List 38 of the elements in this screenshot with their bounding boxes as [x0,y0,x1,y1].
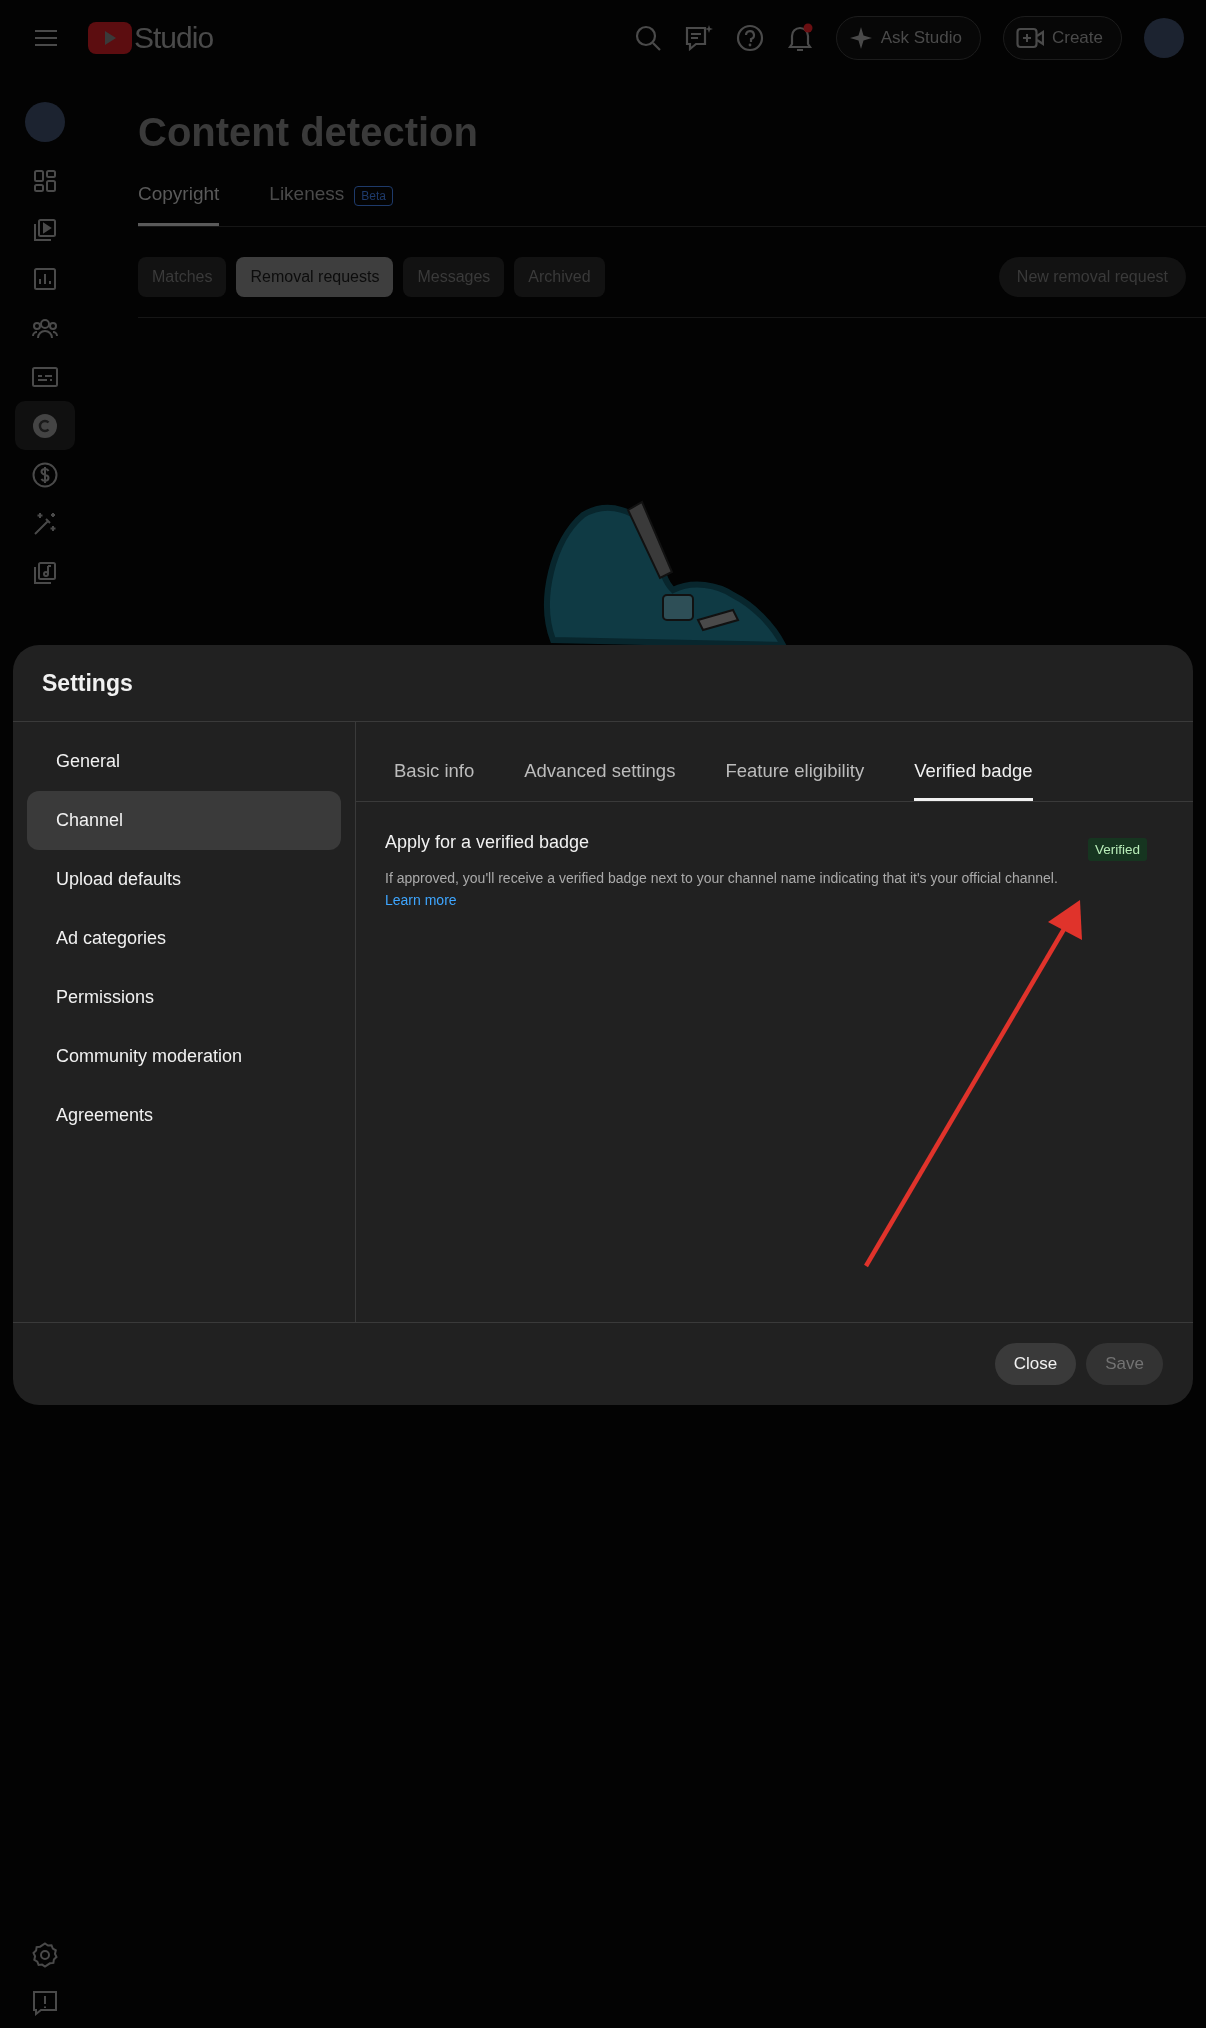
section-heading: Apply for a verified badge [385,832,591,853]
video-library-icon [33,217,57,242]
bell-icon[interactable] [785,23,814,53]
music-library-icon [33,560,57,585]
settings-nav-item[interactable]: Community moderation [27,1027,341,1086]
settings-nav-item[interactable]: Upload defaults [27,850,341,909]
menu-icon[interactable] [34,29,58,47]
dollar-icon [32,461,58,488]
help-icon[interactable] [735,24,764,52]
settings-nav-item[interactable]: Permissions [27,968,341,1027]
copyright-icon [32,412,58,439]
beta-badge: Beta [354,185,393,206]
settings-tab[interactable]: Feature eligibility [725,744,865,801]
learn-more-link[interactable]: Learn more [385,892,457,908]
settings-tab[interactable]: Basic info [394,744,475,801]
magic-wand-icon [32,510,58,537]
video-plus-icon [1015,27,1044,49]
dialog-button[interactable]: Close [994,1343,1077,1385]
play-logo-icon [88,22,132,54]
nav-item[interactable] [15,401,75,450]
settings-icon[interactable] [32,1942,58,1968]
feedback-icon[interactable] [32,1990,58,2016]
chart-icon [33,266,57,291]
grid-icon [33,168,57,193]
section-description: If approved, you'll receive a verified badge next to your channel name indicating that it's your official channel. Learn more [385,869,1058,910]
search-icon[interactable] [633,24,662,52]
settings-nav-item[interactable]: General [27,732,341,791]
avatar[interactable] [1144,18,1184,58]
verified-status-badge: Verified [1087,838,1147,861]
chat-sparkle-icon[interactable] [683,23,714,53]
dialog-title: Settings [13,645,1193,722]
logo-text: Studio [134,21,214,55]
settings-nav-item[interactable]: Agreements [27,1086,341,1145]
subtitles-icon [32,365,58,388]
settings-nav-item[interactable]: Channel [27,791,341,850]
settings-tab[interactable]: Verified badge [914,744,1033,801]
settings-tab[interactable]: Advanced settings [524,744,676,801]
settings-nav-item[interactable]: Ad categories [27,909,341,968]
